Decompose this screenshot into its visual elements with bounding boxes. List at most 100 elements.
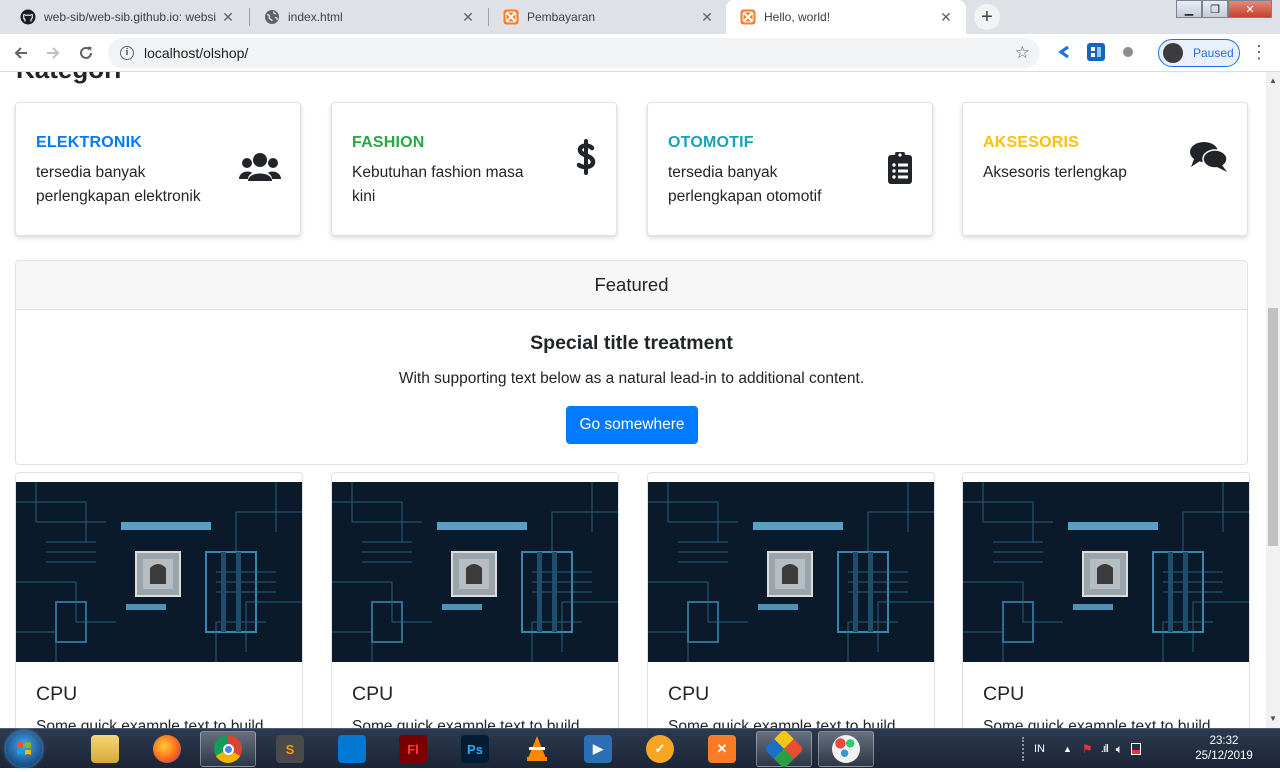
window-close-button[interactable]: ✕ — [1228, 0, 1272, 18]
tab-title: index.html — [288, 10, 343, 24]
explorer-icon — [91, 735, 119, 763]
product-card[interactable]: CPU Some quick example text to build — [962, 472, 1250, 728]
taskbar-vlc[interactable] — [509, 731, 565, 767]
battery-icon[interactable] — [1130, 743, 1141, 755]
firefox-icon — [153, 735, 181, 763]
category-title: OTOMOTIF — [668, 134, 754, 151]
product-text: Some quick example text to build — [36, 718, 264, 728]
language-indicator[interactable]: IN — [1034, 743, 1045, 755]
section-heading: Kategori — [16, 72, 121, 85]
browser-tab-github[interactable]: web-sib/web-sib.github.io: websi ✕ — [6, 0, 248, 34]
address-bar[interactable]: i localhost/olshop/ ☆ — [108, 38, 1040, 68]
info-icon[interactable]: i — [120, 46, 134, 60]
new-tab-button[interactable]: + — [974, 4, 1000, 30]
tab-title: web-sib/web-sib.github.io: websi — [44, 10, 217, 24]
reload-button[interactable] — [73, 40, 99, 66]
taskbar-photoshop[interactable]: Ps — [447, 731, 503, 767]
volume-icon[interactable]: 🔈︎ — [1116, 742, 1123, 757]
product-title: CPU — [668, 683, 710, 705]
browser-menu-icon[interactable]: ⋮ — [1250, 42, 1268, 63]
browser-tab-pembayaran[interactable]: Pembayaran ✕ — [489, 0, 727, 34]
windows-taskbar: S Fl Ps ▶ ✓ ✕ IN ▲ ⚑ .ıll 🔈︎ 23:32 25/12… — [0, 728, 1280, 769]
avast-icon: ✓ — [646, 735, 674, 763]
git-icon — [764, 729, 804, 769]
taskbar-xampp[interactable]: ✕ — [694, 731, 750, 767]
sublime-icon: S — [276, 735, 304, 763]
github-icon — [20, 9, 36, 25]
taskbar-firefox[interactable] — [139, 731, 195, 767]
scrollbar-thumb[interactable] — [1268, 308, 1278, 546]
scroll-up-icon[interactable]: ▲ — [1269, 76, 1277, 85]
minimize-button[interactable]: ▁ — [1176, 0, 1202, 18]
product-title: CPU — [352, 683, 394, 705]
go-somewhere-button[interactable]: Go somewhere — [566, 406, 698, 444]
profile-status: Paused — [1193, 46, 1234, 60]
product-title: CPU — [36, 683, 78, 705]
tab-close-icon[interactable]: ✕ — [699, 9, 715, 26]
system-tray: IN ▲ ⚑ .ıll 🔈︎ — [1022, 729, 1141, 769]
taskbar-flash[interactable]: Fl — [385, 731, 441, 767]
page-scrollbar[interactable]: ▲ ▼ — [1266, 72, 1280, 728]
taskbar-paint[interactable] — [818, 731, 874, 767]
category-card-aksesoris[interactable]: AKSESORIS Aksesoris terlengkap — [962, 102, 1248, 236]
scroll-down-icon[interactable]: ▼ — [1269, 714, 1277, 723]
tab-close-icon[interactable]: ✕ — [220, 9, 236, 26]
action-center-flag-icon[interactable]: ⚑ — [1082, 742, 1093, 756]
extension-c-icon[interactable] — [1055, 43, 1073, 61]
featured-header: Featured — [16, 261, 1247, 310]
category-card-otomotif[interactable]: OTOMOTIF tersedia banyak perlengkapan ot… — [647, 102, 933, 236]
taskbar-media-player[interactable]: ▶ — [570, 731, 626, 767]
paint-icon — [832, 735, 860, 763]
tab-title: Hello, world! — [764, 10, 831, 24]
clock-time: 23:32 — [1209, 735, 1239, 747]
flash-icon: Fl — [399, 735, 427, 763]
category-card-fashion[interactable]: FASHION Kebutuhan fashion masa kini — [331, 102, 617, 236]
xampp-icon — [740, 9, 756, 25]
extension-grid-icon[interactable] — [1087, 43, 1105, 61]
taskbar-explorer[interactable] — [77, 731, 133, 767]
taskbar-chrome[interactable] — [200, 731, 256, 767]
circuit-board-image — [648, 482, 934, 662]
xampp-icon — [503, 9, 519, 25]
photoshop-icon: Ps — [461, 735, 489, 763]
product-card[interactable]: CPU Some quick example text to build — [331, 472, 619, 728]
taskbar-git[interactable] — [756, 729, 812, 769]
system-clock[interactable]: 23:32 25/12/2019 — [1186, 734, 1262, 764]
globe-icon — [264, 9, 280, 25]
tab-close-icon[interactable]: ✕ — [938, 9, 954, 26]
start-button[interactable] — [6, 731, 42, 767]
taskbar-avast[interactable]: ✓ — [632, 731, 688, 767]
browser-tab-index[interactable]: index.html ✕ — [250, 0, 488, 34]
page-viewport: Kategori ELEKTRONIK tersedia banyak perl… — [0, 72, 1266, 728]
product-card[interactable]: CPU Some quick example text to build — [15, 472, 303, 728]
clock-date: 25/12/2019 — [1195, 750, 1253, 762]
tab-close-icon[interactable]: ✕ — [460, 9, 476, 26]
maximize-button[interactable]: ❐ — [1202, 0, 1228, 18]
category-text: tersedia banyak perlengkapan elektronik — [36, 164, 201, 205]
arrow-left-icon — [14, 47, 27, 59]
product-card[interactable]: CPU Some quick example text to build — [647, 472, 935, 728]
extension-shield-icon[interactable] — [1119, 43, 1137, 61]
network-signal-icon[interactable]: .ıll — [1101, 743, 1109, 755]
users-icon — [238, 151, 282, 195]
category-title: ELEKTRONIK — [36, 134, 142, 151]
vscode-icon — [338, 735, 366, 763]
bookmark-star-icon[interactable]: ☆ — [1015, 43, 1030, 63]
category-card-elektronik[interactable]: ELEKTRONIK tersedia banyak perlengkapan … — [15, 102, 301, 236]
circuit-board-image — [16, 482, 302, 662]
taskbar-sublime[interactable]: S — [262, 731, 318, 767]
browser-tab-strip: web-sib/web-sib.github.io: websi ✕ index… — [0, 0, 1280, 34]
vlc-icon — [523, 735, 551, 763]
tab-title: Pembayaran — [527, 10, 596, 24]
product-title: CPU — [983, 683, 1025, 705]
show-hidden-icons-icon[interactable]: ▲ — [1063, 744, 1072, 754]
forward-button[interactable] — [40, 40, 66, 66]
profile-button[interactable]: Paused — [1158, 39, 1240, 67]
xampp-icon: ✕ — [708, 735, 736, 763]
back-button[interactable] — [8, 40, 34, 66]
browser-tab-hello-world[interactable]: Hello, world! ✕ — [726, 0, 966, 34]
featured-title: Special title treatment — [530, 332, 733, 354]
taskbar-vscode[interactable] — [324, 731, 380, 767]
featured-card: Featured Special title treatment With su… — [15, 260, 1248, 465]
browser-toolbar: i localhost/olshop/ ☆ Paused ⋮ — [0, 34, 1280, 72]
